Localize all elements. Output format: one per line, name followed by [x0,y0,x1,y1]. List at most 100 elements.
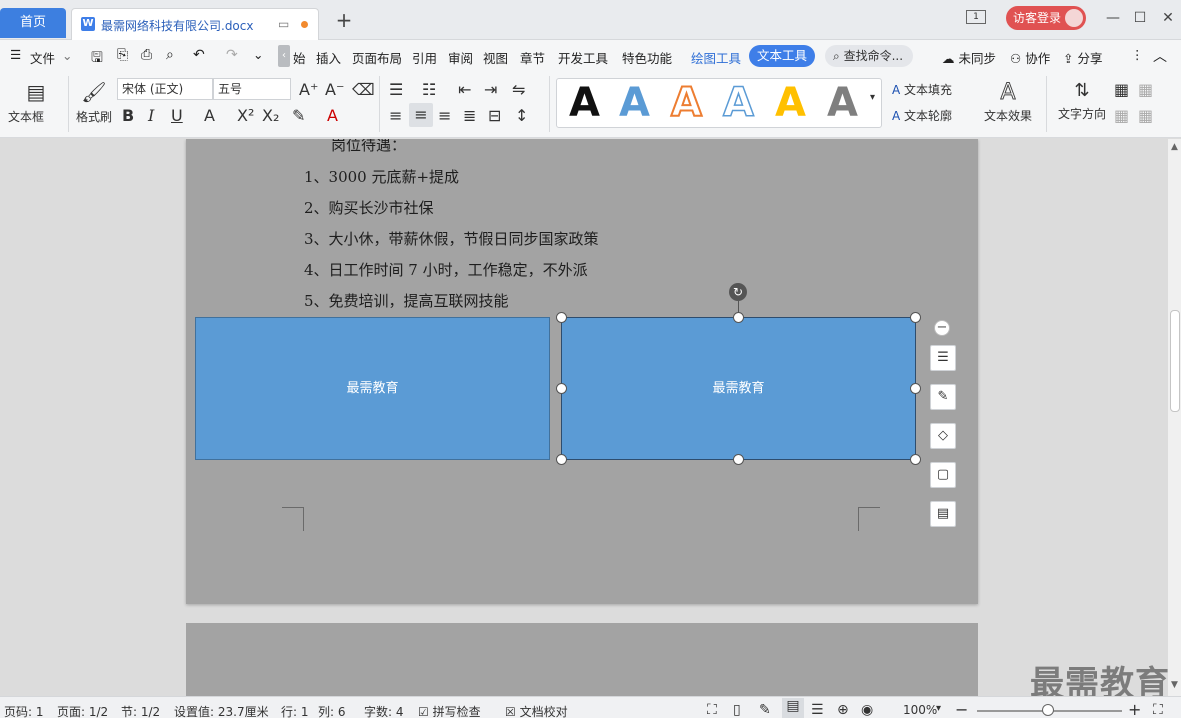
print-preview-icon[interactable]: ⌕ [166,47,174,63]
text-box-link-icon[interactable]: ▦ [1114,80,1129,99]
zoom-in-icon[interactable]: + [1128,700,1141,718]
more-menu-icon[interactable]: ⋮ [1131,47,1144,62]
menu-page-layout[interactable]: 页面布局 [352,48,402,67]
share-button[interactable]: ⇪ 分享 [1063,48,1102,67]
subscript-icon[interactable]: X₂ [262,106,279,125]
style-black-a[interactable]: A [569,79,600,127]
fit-page-icon[interactable]: ⛶ [1153,702,1163,718]
zoom-dropdown-icon[interactable]: ▾ [936,703,941,714]
undo-icon[interactable]: ↶ [193,47,205,63]
page-view-icon[interactable]: ▤ [782,698,804,718]
save-icon[interactable]: 🖫 [91,47,103,71]
collapse-ribbon-icon[interactable]: ︿ [1153,46,1167,66]
shrink-font-icon[interactable]: A⁻ [325,80,344,99]
style-blue-a[interactable]: A [619,79,650,127]
menu-features[interactable]: 特色功能 [622,48,672,67]
menu-references[interactable]: 引用 [412,48,437,67]
strikethrough-icon[interactable]: A [204,106,215,125]
resize-handle-br[interactable] [910,454,921,465]
text-wrap-icon[interactable]: ▤ [930,501,956,527]
text-direction-small-icon[interactable]: ⇋ [512,80,525,99]
decrease-indent-icon[interactable]: ⇤ [458,80,471,99]
style-gray-a[interactable]: A [827,79,858,127]
italic-icon[interactable]: I [148,106,154,125]
export-icon[interactable]: ⎘ [117,47,128,63]
text-box-next-icon[interactable]: ▦ [1138,106,1153,125]
underline-icon[interactable]: U [171,106,183,125]
text-effect-button[interactable]: A 文本效果 [978,80,1038,124]
sync-button[interactable]: ☁ 未同步 [942,48,996,67]
bullet-list-icon[interactable]: ☰ [389,80,403,99]
shape-style-icon[interactable]: ✎ [930,384,956,410]
justify-icon[interactable]: ≣ [463,106,476,125]
print-icon[interactable]: ⎙ [141,47,152,63]
tab-document[interactable]: W 最需网络科技有限公司.docx ▭ [71,8,319,40]
line-spacing-icon[interactable]: ↕ [515,106,528,125]
eye-protect-icon[interactable]: ◉ [861,702,873,718]
rotate-handle-icon[interactable]: ↻ [729,283,747,301]
menu-drawing-tools[interactable]: 绘图工具 [691,48,741,67]
fullscreen-icon[interactable]: ⛶ [707,702,717,718]
text-box-unlink-icon[interactable]: ▦ [1138,80,1153,99]
resize-handle-b[interactable] [733,454,744,465]
text-style-gallery[interactable]: A A A A A A [556,78,882,128]
zoom-level[interactable]: 100% [903,703,937,717]
clear-format-icon[interactable]: ⌫ [352,80,375,99]
status-pages[interactable]: 页面: 1/2 [57,703,108,718]
superscript-icon[interactable]: X² [237,106,254,125]
collaborate-button[interactable]: ⚇ 协作 [1010,48,1050,67]
collapse-toolbar-icon[interactable]: − [934,320,950,336]
outline-view-icon[interactable]: ☰ [811,702,824,718]
format-brush-button[interactable]: 🖌 格式刷 [74,80,114,125]
resize-handle-t[interactable] [733,312,744,323]
numbered-list-icon[interactable]: ☷ [422,80,436,99]
scroll-left-icon[interactable]: ‹ [278,45,290,67]
zoom-slider-thumb[interactable] [1042,704,1054,716]
distribute-icon[interactable]: ⊟ [488,106,501,125]
web-view-icon[interactable]: ⊕ [837,702,849,718]
command-search-input[interactable]: ⌕ 查找命令... [825,45,913,67]
status-section[interactable]: 节: 1/2 [121,703,160,718]
text-direction-button[interactable]: ⇅ 文字方向 [1056,80,1108,122]
layout-options-icon[interactable]: ☰ [930,345,956,371]
scroll-up-icon[interactable]: ▲ [1171,142,1178,152]
minimize-icon[interactable]: — [1102,8,1124,28]
status-words[interactable]: 字数: 4 [364,703,404,718]
menu-review[interactable]: 审阅 [448,48,473,67]
scroll-down-icon[interactable]: ▼ [1171,680,1178,690]
vertical-scrollbar[interactable] [1168,139,1181,696]
hamburger-icon[interactable]: ☰ [10,47,21,62]
new-tab-button[interactable]: + [334,8,354,32]
resize-handle-l[interactable] [556,383,567,394]
chevron-down-icon[interactable]: ⌄ [62,48,72,63]
gallery-more-icon[interactable]: ▾ [870,92,875,103]
zoom-out-icon[interactable]: − [955,700,968,718]
menu-file[interactable]: 文件 [30,48,55,67]
grow-font-icon[interactable]: A⁺ [299,80,318,99]
text-box-prev-icon[interactable]: ▦ [1114,106,1129,125]
font-name-select[interactable]: 宋体 (正文) [117,78,213,100]
style-orange-outline-a[interactable]: A [670,79,703,127]
menu-view[interactable]: 视图 [483,48,508,67]
menu-section[interactable]: 章节 [520,48,545,67]
font-size-select[interactable]: 五号 [213,78,291,100]
visitor-login-button[interactable]: 访客登录 [1006,6,1086,30]
shape-right-selected[interactable]: 最需教育 [561,317,916,460]
maximize-icon[interactable]: ☐ [1129,8,1151,28]
resize-handle-r[interactable] [910,383,921,394]
status-page-code[interactable]: 页码: 1 [4,703,44,718]
scroll-thumb[interactable] [1170,310,1180,412]
increase-indent-icon[interactable]: ⇥ [484,80,497,99]
doccheck-button[interactable]: ☒ 文档校对 [505,703,568,718]
highlight-icon[interactable]: ✎ [292,106,305,125]
close-icon[interactable]: ✕ [1157,8,1179,28]
textbox-button[interactable]: ▤ 文本框 [8,80,64,125]
align-right-icon[interactable]: ≡ [438,106,451,125]
more-icon[interactable]: ⌄ [253,47,263,62]
tab-home[interactable]: 首页 [0,8,66,38]
menu-start[interactable]: 始 [293,48,306,67]
text-fill-button[interactable]: A 文本填充 [892,81,952,98]
menu-developer[interactable]: 开发工具 [558,48,608,67]
shape-fill-icon[interactable]: ◇ [930,423,956,449]
menu-insert[interactable]: 插入 [316,48,341,67]
